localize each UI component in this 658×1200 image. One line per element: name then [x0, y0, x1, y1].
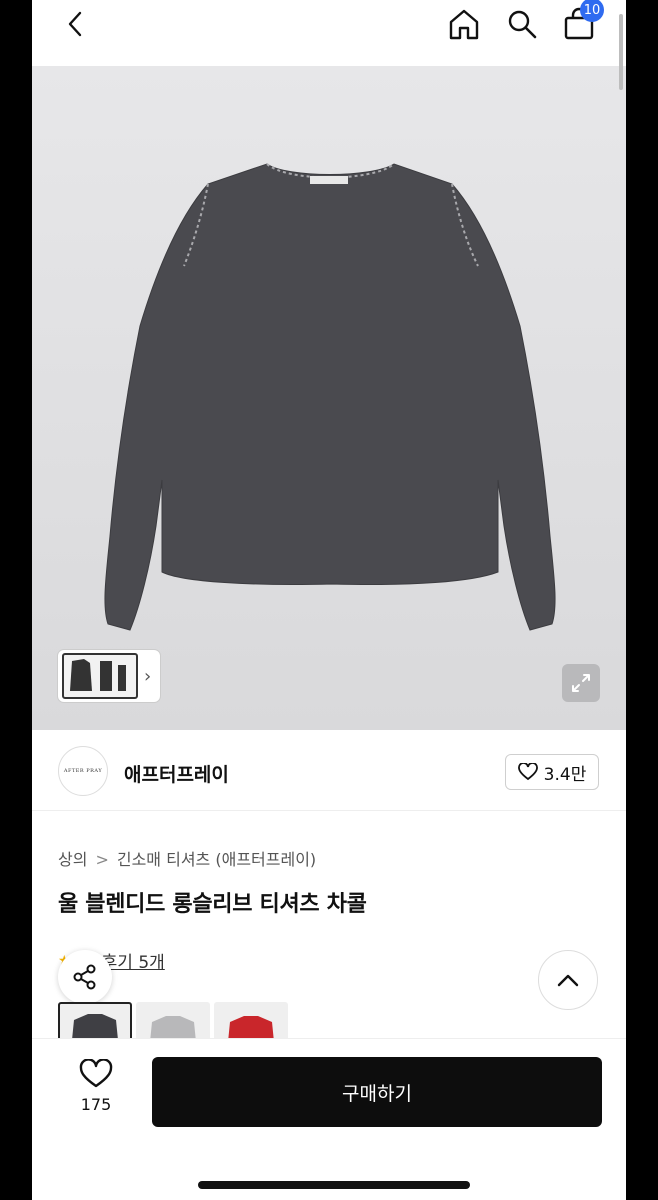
breadcrumb-separator: > — [95, 850, 109, 869]
wishlist-count: 175 — [80, 1095, 112, 1114]
bottom-action-bar: 175 구매하기 — [32, 1038, 626, 1200]
scrollbar[interactable] — [619, 14, 623, 90]
thumbnail-image — [70, 659, 126, 691]
brand-like-count: 3.4만 — [543, 764, 587, 785]
heart-icon — [79, 1058, 113, 1088]
color-option-grey[interactable] — [136, 1002, 210, 1042]
share-icon — [73, 964, 96, 990]
brand-like-button[interactable]: 3.4만 — [505, 754, 599, 790]
color-options — [58, 1002, 288, 1042]
gallery-thumbnail[interactable] — [62, 653, 138, 699]
brand-name[interactable]: 애프터프레이 — [124, 760, 229, 787]
breadcrumb: 상의 > 긴소매 티셔츠 (애프터프레이) — [58, 846, 316, 870]
share-button[interactable] — [58, 950, 112, 1004]
swatch-image — [72, 1014, 118, 1040]
wishlist-button[interactable]: 175 — [68, 1058, 124, 1114]
home-indicator[interactable] — [198, 1181, 470, 1189]
product-title: 울 블렌디드 롱슬리브 티셔츠 차콜 — [58, 892, 367, 917]
search-button[interactable] — [502, 0, 542, 48]
back-button[interactable] — [60, 0, 90, 48]
breadcrumb-level1[interactable]: 상의 — [58, 850, 87, 869]
product-image — [104, 163, 556, 631]
color-option-charcoal[interactable] — [58, 1002, 132, 1042]
heart-icon — [517, 763, 538, 781]
breadcrumb-level2[interactable]: 긴소매 티셔츠 (애프터프레이) — [117, 850, 316, 869]
chevron-up-icon — [557, 974, 579, 987]
gallery-thumbnail-strip[interactable]: › — [58, 650, 160, 702]
brand-logo[interactable]: AFTER PRAY — [58, 746, 108, 796]
search-icon — [508, 10, 537, 39]
brand-row: AFTER PRAY 애프터프레이 3.4만 — [32, 730, 626, 820]
expand-image-button[interactable] — [562, 664, 600, 702]
expand-icon — [572, 674, 590, 692]
home-button[interactable] — [444, 0, 484, 48]
cart-count-badge: 10 — [580, 0, 604, 22]
chevron-right-icon: › — [144, 665, 152, 687]
product-image-gallery[interactable]: › — [32, 66, 626, 730]
scroll-to-top-button[interactable] — [538, 950, 598, 1010]
top-navigation-bar: 10 — [32, 0, 626, 66]
section-divider — [32, 810, 626, 811]
chevron-left-icon — [68, 11, 82, 37]
product-page: 10 › AFTER PRAY 애프터프레이 3.4만 상의 > 긴소매 티셔츠… — [32, 0, 626, 1200]
cart-button[interactable]: 10 — [558, 0, 604, 48]
color-option-red[interactable] — [214, 1002, 288, 1042]
home-icon — [449, 9, 479, 40]
buy-button[interactable]: 구매하기 — [152, 1057, 602, 1127]
